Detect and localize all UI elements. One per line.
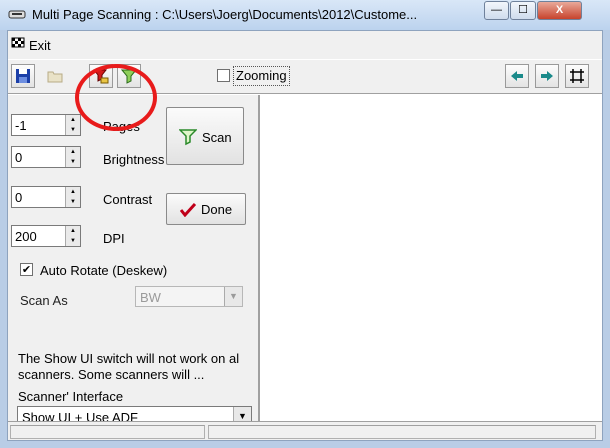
- highlight-circle: [75, 64, 157, 131]
- settings-panel: -1 ▲ ▼ Pages 0 ▲ ▼ Brightness 0 ▲ ▼ Contras…: [8, 95, 256, 427]
- status-segment: [208, 425, 596, 439]
- dpi-value: 200: [15, 229, 37, 244]
- show-ui-note: The Show UI switch will not work on al s…: [18, 351, 240, 382]
- minimize-button[interactable]: —: [484, 1, 509, 20]
- contrast-label: Contrast: [103, 192, 153, 207]
- folder-icon: [47, 71, 63, 83]
- scanner-funnel-icon: [179, 129, 197, 146]
- title-bar[interactable]: Multi Page Scanning : C:\Users\Joerg\Doc…: [0, 0, 610, 30]
- maximize-icon: ☐: [518, 4, 528, 16]
- brightness-value: 0: [15, 150, 23, 165]
- scan-preview-area[interactable]: [258, 95, 602, 421]
- open-folder-button[interactable]: [43, 64, 67, 88]
- window-client-area: Exit Zooming -1 ▲ ▼ Pages 0 ▲ ▼ Brightne…: [7, 30, 603, 441]
- scan-button-label: Scan: [202, 130, 232, 145]
- scanner-interface-label: Scanner' Interface: [18, 389, 124, 404]
- close-icon: X: [555, 4, 564, 16]
- close-button[interactable]: X: [537, 1, 582, 20]
- scan-as-dropdown[interactable]: BW ▼: [135, 286, 243, 307]
- pages-value: -1: [15, 118, 27, 133]
- next-page-button[interactable]: [535, 64, 559, 88]
- window-title: Multi Page Scanning : C:\Users\Joerg\Doc…: [32, 7, 418, 22]
- contrast-value: 0: [15, 190, 23, 205]
- brightness-label: Brightness: [103, 152, 165, 167]
- chevron-down-icon: ▼: [224, 287, 242, 306]
- pages-spinner[interactable]: -1 ▲ ▼: [11, 114, 81, 136]
- done-button-label: Done: [201, 202, 233, 217]
- zooming-checkbox[interactable]: [217, 69, 230, 82]
- scan-as-label: Scan As: [20, 293, 68, 308]
- done-button[interactable]: Done: [166, 193, 246, 225]
- spinner-arrows-icon[interactable]: ▲ ▼: [65, 226, 80, 246]
- spinner-arrows-icon[interactable]: ▲ ▼: [65, 147, 80, 167]
- zooming-label[interactable]: Zooming: [236, 68, 287, 83]
- save-button[interactable]: [11, 64, 35, 88]
- menu-item-exit[interactable]: Exit: [29, 38, 51, 53]
- maximize-button[interactable]: ☐: [510, 1, 536, 20]
- fit-page-button[interactable]: [565, 64, 589, 88]
- checkmark-icon: [180, 203, 196, 217]
- status-segment: [10, 425, 205, 439]
- scan-button[interactable]: Scan: [166, 107, 244, 165]
- fit-grid-icon: [570, 69, 584, 83]
- arrow-right-icon: [541, 71, 553, 81]
- floppy-disk-icon: [16, 69, 30, 83]
- auto-rotate-label[interactable]: Auto Rotate (Deskew): [40, 263, 167, 278]
- status-bar: [8, 421, 602, 440]
- dpi-label: DPI: [103, 231, 125, 246]
- arrow-left-icon: [511, 71, 523, 81]
- scan-as-value: BW: [140, 290, 161, 305]
- contrast-spinner[interactable]: 0 ▲ ▼: [11, 186, 81, 208]
- scanner-app-icon: [8, 8, 26, 20]
- previous-page-button[interactable]: [505, 64, 529, 88]
- spinner-arrows-icon[interactable]: ▲ ▼: [65, 115, 80, 135]
- checkered-flag-icon: [11, 37, 25, 50]
- spinner-arrows-icon[interactable]: ▲ ▼: [65, 187, 80, 207]
- auto-rotate-checkbox[interactable]: ✔: [20, 263, 33, 276]
- dpi-spinner[interactable]: 200 ▲ ▼: [11, 225, 81, 247]
- menu-bar: Exit: [8, 31, 602, 59]
- minimize-icon: —: [491, 4, 502, 16]
- brightness-spinner[interactable]: 0 ▲ ▼: [11, 146, 81, 168]
